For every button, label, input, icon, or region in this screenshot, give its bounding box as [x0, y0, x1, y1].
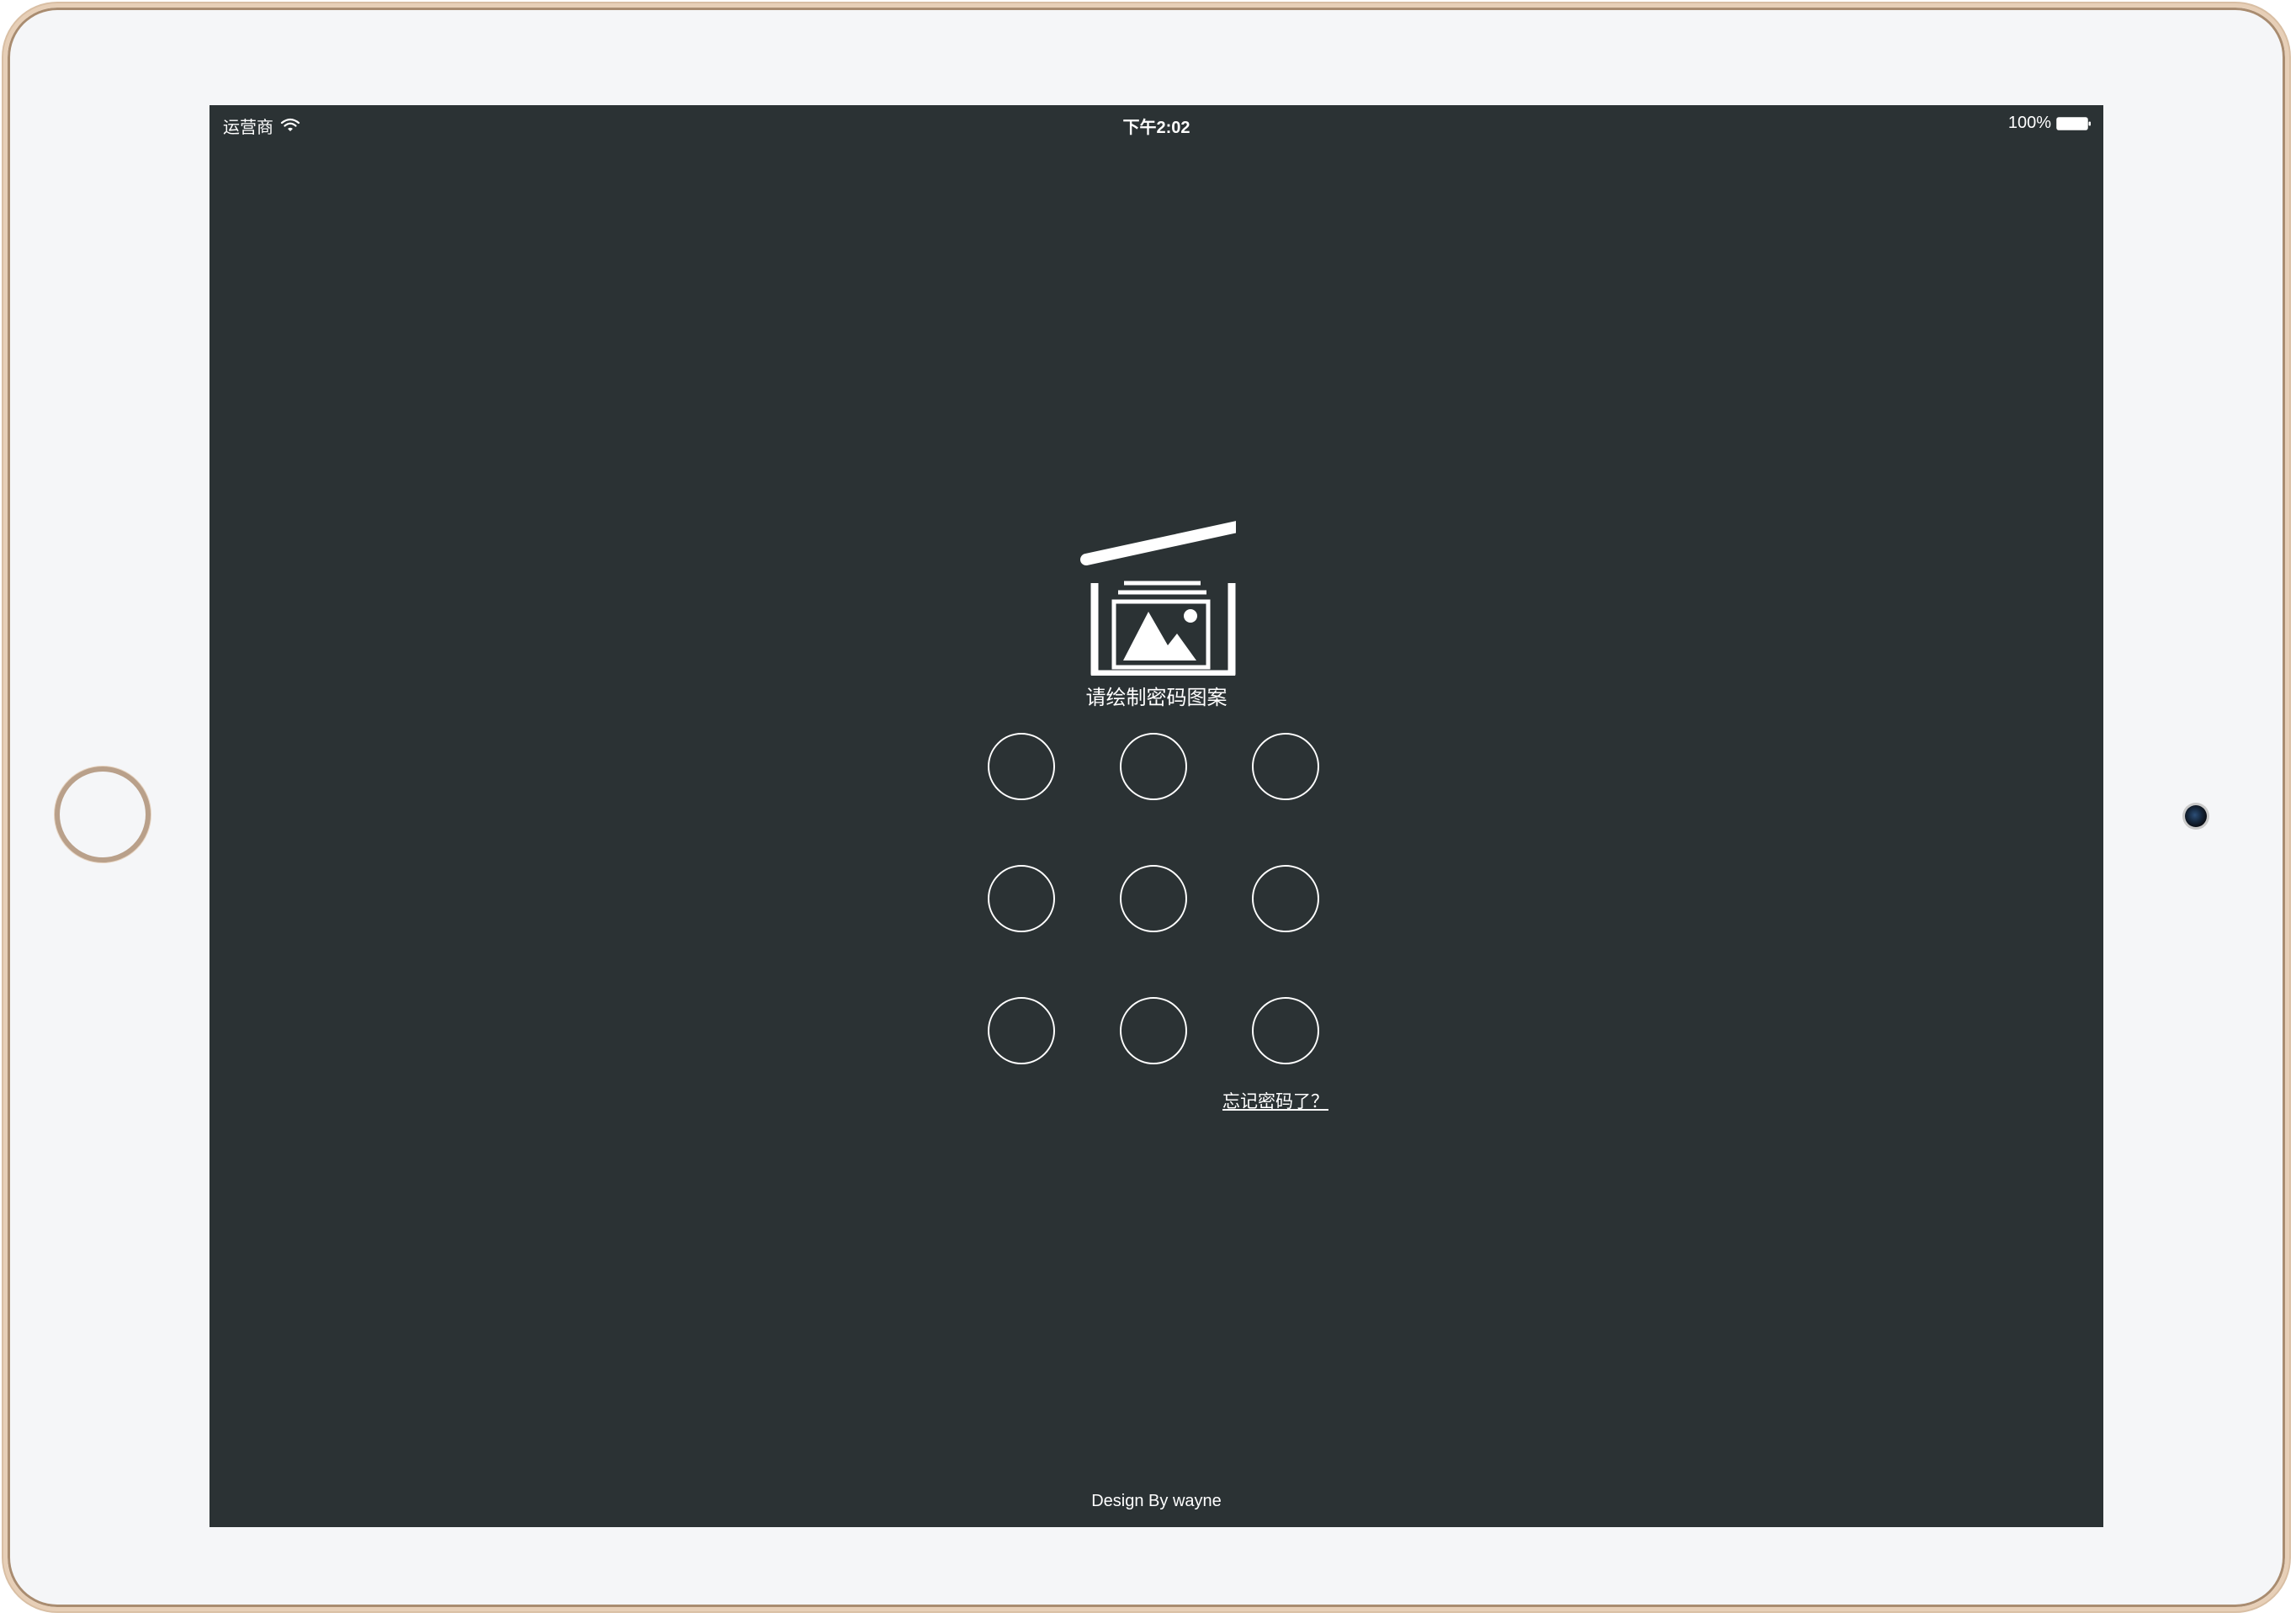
- pattern-node-7[interactable]: [988, 997, 1055, 1064]
- lock-screen: 运营商 下午2:02 100% 请绘制密码图案 忘记密码了？ Design By…: [209, 105, 2103, 1527]
- battery-group: 100%: [2008, 114, 2092, 133]
- pattern-node-2[interactable]: [1120, 733, 1187, 800]
- pattern-node-3[interactable]: [1252, 733, 1319, 800]
- status-time: 下午2:02: [1122, 119, 1190, 137]
- design-credit-footer: Design By wayne: [1091, 1492, 1222, 1510]
- pattern-node-5[interactable]: [1120, 865, 1187, 932]
- front-camera-icon: [2185, 805, 2207, 827]
- pattern-node-9[interactable]: [1252, 997, 1319, 1064]
- status-bar: 运营商 下午2:02 100%: [209, 105, 2103, 144]
- photo-album-icon: [1080, 521, 1236, 676]
- ipad-device-frame: 运营商 下午2:02 100% 请绘制密码图案 忘记密码了？ Design By…: [3, 3, 2289, 1611]
- battery-full-icon: [2056, 116, 2091, 130]
- battery-percent: 100%: [2007, 114, 2051, 132]
- pattern-node-8[interactable]: [1120, 997, 1187, 1064]
- draw-pattern-prompt: 请绘制密码图案: [1085, 687, 1228, 709]
- home-button[interactable]: [55, 767, 151, 862]
- forgot-password-link[interactable]: 忘记密码了？: [1222, 1088, 1328, 1113]
- pattern-lock-grid[interactable]: [988, 733, 1327, 1072]
- pattern-node-4[interactable]: [988, 865, 1055, 932]
- pattern-node-1[interactable]: [988, 733, 1055, 800]
- pattern-node-6[interactable]: [1252, 865, 1319, 932]
